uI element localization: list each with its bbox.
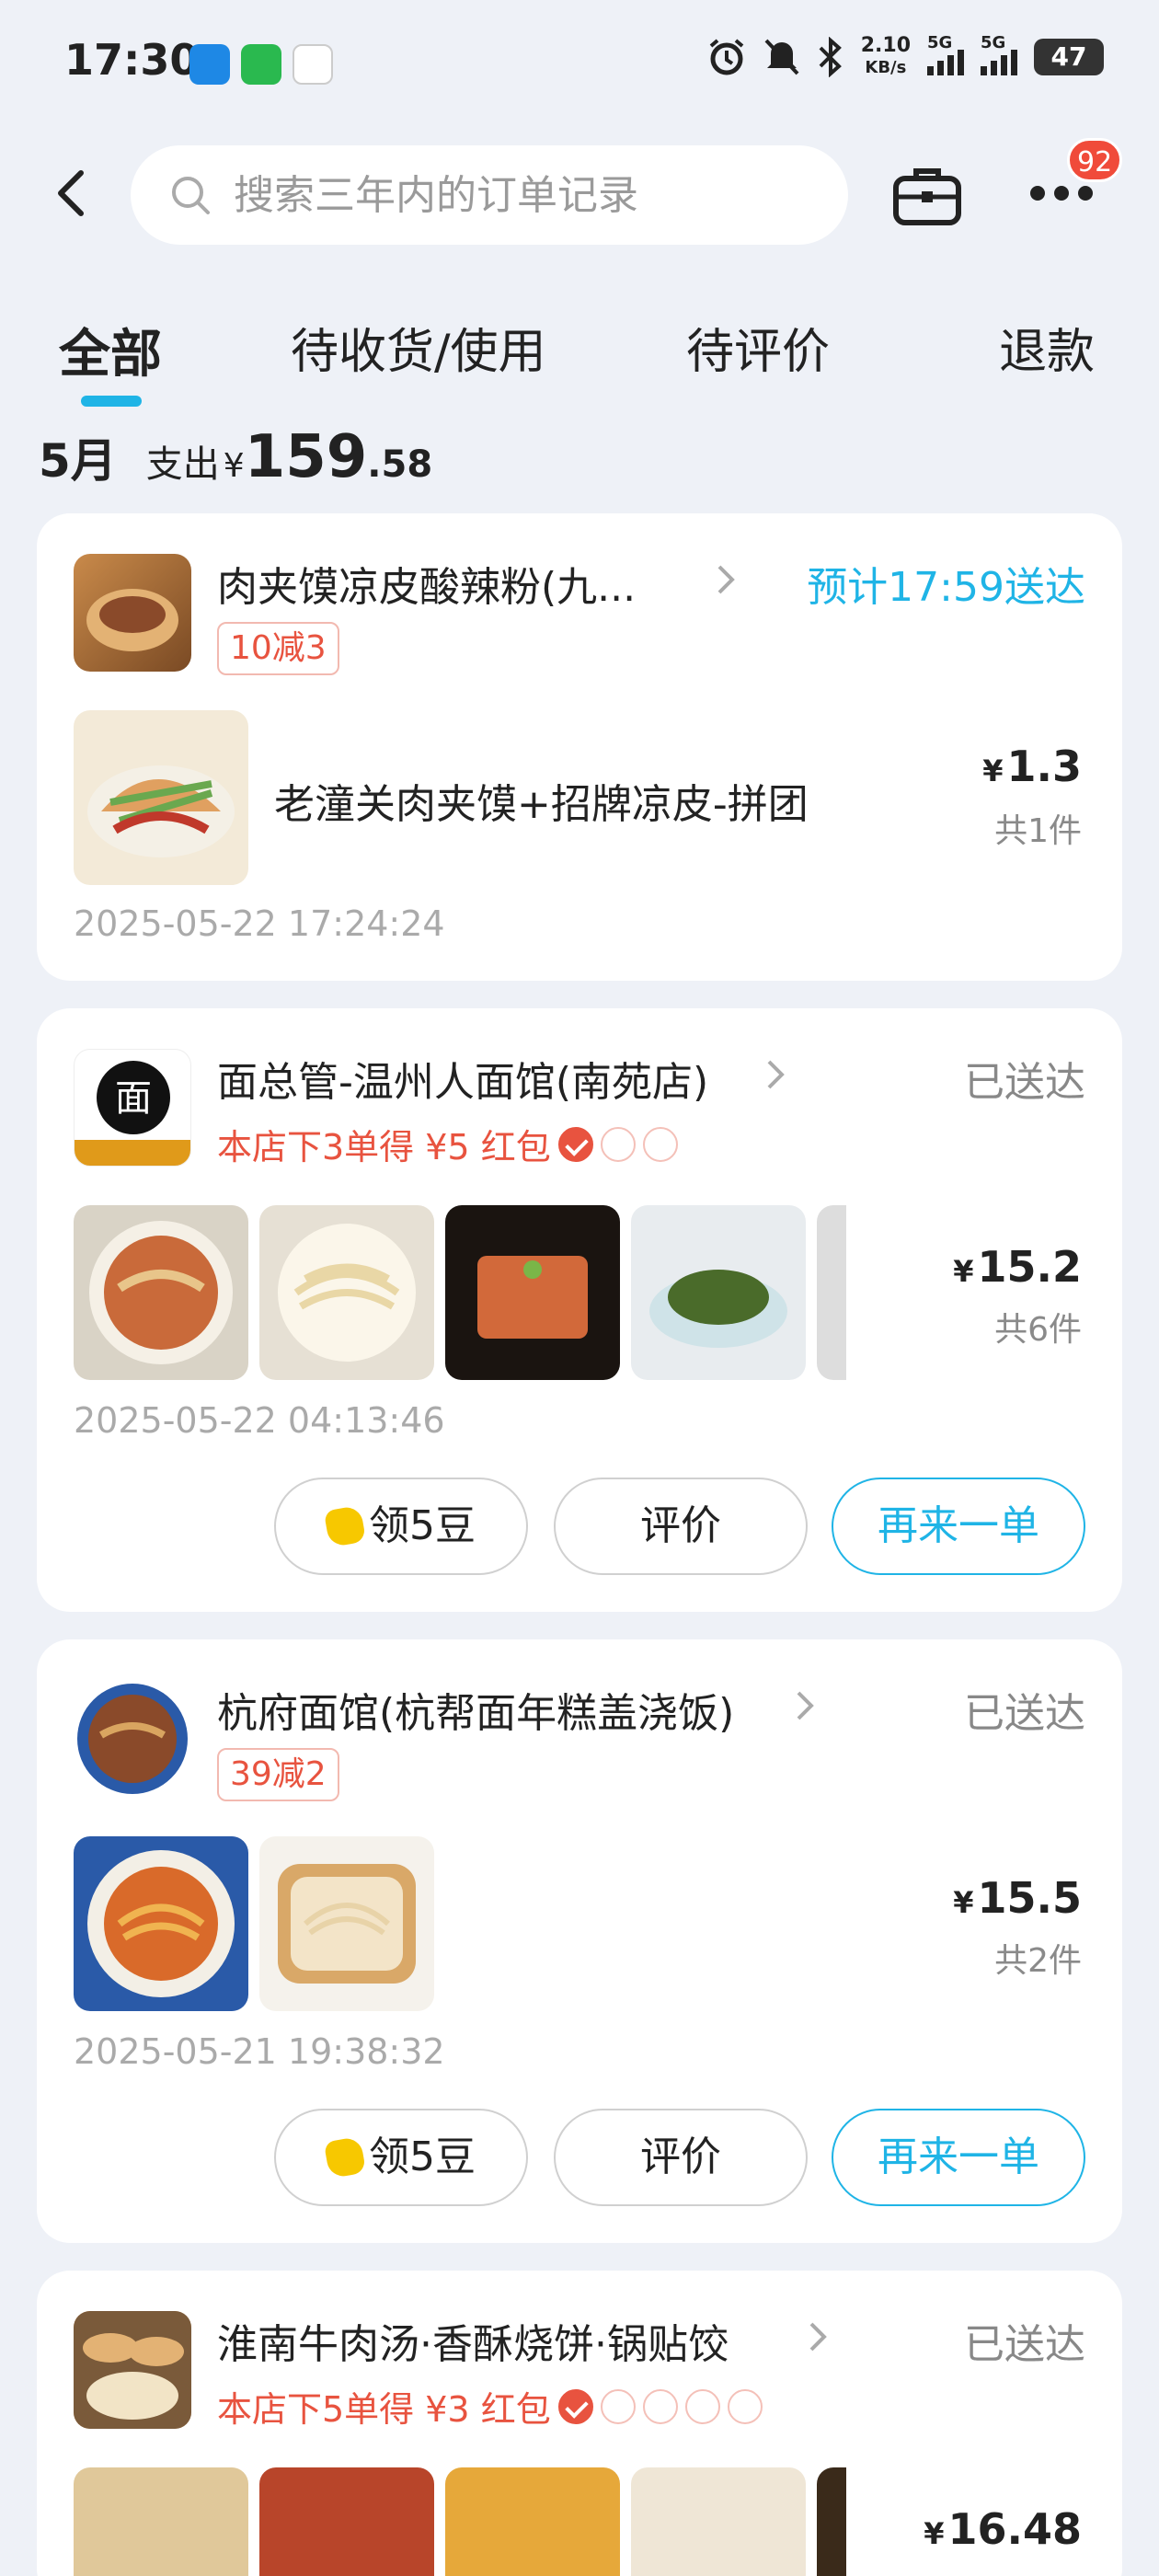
reorder-button[interactable]: 再来一单 xyxy=(832,2109,1085,2206)
item-thumbnail-partial xyxy=(817,2467,846,2576)
shop-logo xyxy=(74,1680,191,1798)
message-badge: 92 xyxy=(1067,138,1123,182)
promo-text: 本店下5单得 ¥3 红包 xyxy=(217,2389,551,2430)
order-status: 已送达 xyxy=(964,1059,1085,1106)
net-speed: 2.10 KB/s xyxy=(860,34,911,78)
item-count: 共6件 xyxy=(994,1311,1082,1349)
order-card[interactable]: 面 面总管-温州人面馆(南苑店) 已送达 本店下3单得 ¥5 红包 ¥15.2 … xyxy=(37,1008,1122,1612)
progress-dot xyxy=(642,2388,678,2424)
item-thumbnail xyxy=(74,710,248,885)
shop-logo xyxy=(74,554,191,672)
progress-dot xyxy=(600,1126,636,1162)
item-thumbnail xyxy=(259,1836,434,2011)
chevron-right-icon xyxy=(797,1691,814,1720)
promo-tag: 10减3 xyxy=(217,622,339,675)
spend-amount-dec: .58 xyxy=(367,443,433,486)
tab-pending-receipt[interactable]: 待收货/使用 xyxy=(291,313,546,382)
chevron-right-icon xyxy=(717,565,735,594)
item-thumbnail xyxy=(631,1205,806,1380)
spend-amount-int: 159 xyxy=(244,423,368,491)
order-price: ¥16.48 xyxy=(924,2504,1082,2554)
item-thumbnail xyxy=(74,1205,248,1380)
review-button[interactable]: 评价 xyxy=(554,2109,808,2206)
wechat-icon xyxy=(241,44,281,85)
progress-dot-done xyxy=(557,2388,593,2424)
item-count: 共1件 xyxy=(994,812,1082,850)
month-summary: 5月 支出 ¥ 159 .58 xyxy=(39,423,432,491)
order-tabs: 全部 待收货/使用 待评价 退款 xyxy=(0,294,1159,407)
item-thumbnail xyxy=(445,1205,620,1380)
toolbox-icon[interactable] xyxy=(890,164,964,228)
back-arrow-icon[interactable] xyxy=(46,166,101,221)
order-status: 预计17:59送达 xyxy=(807,564,1085,611)
notification-icon xyxy=(293,44,333,85)
progress-dot-done xyxy=(557,1126,593,1162)
active-tab-indicator xyxy=(81,396,142,407)
mute-icon xyxy=(764,39,799,75)
top-nav: 92 xyxy=(0,138,1159,248)
item-name: 老潼关肉夹馍+招牌凉皮-拼团 xyxy=(274,781,809,828)
search-icon xyxy=(172,177,210,214)
alarm-icon xyxy=(709,39,744,75)
item-thumbnail xyxy=(445,2467,620,2576)
shop-logo: 面 xyxy=(74,1049,191,1167)
tab-refund[interactable]: 退款 xyxy=(999,313,1095,382)
tab-all[interactable]: 全部 xyxy=(59,313,162,387)
reorder-button[interactable]: 再来一单 xyxy=(832,1478,1085,1575)
progress-dot xyxy=(684,2388,720,2424)
promo-progress: 本店下3单得 ¥5 红包 xyxy=(217,1119,678,1169)
progress-dot xyxy=(642,1126,678,1162)
item-thumbnail xyxy=(74,1836,248,2011)
spend-label: 支出 xyxy=(145,443,220,486)
progress-dot xyxy=(727,2388,763,2424)
currency-symbol: ¥ xyxy=(223,447,245,485)
tab-pending-review[interactable]: 待评价 xyxy=(686,313,830,382)
review-button[interactable]: 评价 xyxy=(554,1478,808,1575)
promo-progress: 本店下5单得 ¥3 红包 xyxy=(217,2381,763,2432)
order-card[interactable]: 淮南牛肉汤·香酥烧饼·锅贴饺 已送达 本店下5单得 ¥3 红包 ¥16.48 xyxy=(37,2271,1122,2576)
shop-name[interactable]: 面总管-温州人面馆(南苑店) xyxy=(217,1049,708,1108)
item-thumbnail-partial xyxy=(817,1205,846,1380)
order-card[interactable]: 肉夹馍凉皮酸辣粉(九... 预计17:59送达 10减3 老潼关肉夹馍+招牌凉皮… xyxy=(37,513,1122,981)
order-price: ¥15.5 xyxy=(953,1873,1082,1923)
status-bar: 17:30 2.10 KB/s 5G 5G 47 xyxy=(0,0,1159,129)
item-thumbnail xyxy=(74,2467,248,2576)
promo-tag: 39减2 xyxy=(217,1748,339,1801)
order-price: ¥1.3 xyxy=(982,742,1082,791)
shop-logo xyxy=(74,2311,191,2429)
order-price: ¥15.2 xyxy=(953,1242,1082,1292)
signal-1: 5G xyxy=(927,33,964,75)
progress-dot xyxy=(600,2388,636,2424)
order-card[interactable]: 杭府面馆(杭帮面年糕盖浇饭) 已送达 39减2 ¥15.5 共2件 2025-0… xyxy=(37,1639,1122,2243)
order-time: 2025-05-22 04:13:46 xyxy=(74,1400,445,1441)
claim-beans-button[interactable]: 领5豆 xyxy=(274,1478,528,1575)
bluetooth-icon xyxy=(819,37,842,77)
chevron-right-icon xyxy=(767,1060,785,1089)
ele-me-app-icon xyxy=(189,44,230,85)
search-input[interactable] xyxy=(234,171,786,219)
status-right-group: 2.10 KB/s 5G 5G 47 xyxy=(706,33,1104,79)
item-thumbnail xyxy=(259,1205,434,1380)
month-label: 5月 xyxy=(39,434,117,488)
bean-icon xyxy=(323,2135,367,2179)
bean-icon xyxy=(323,1504,367,1548)
shop-name[interactable]: 杭府面馆(杭帮面年糕盖浇饭) xyxy=(217,1680,734,1739)
signal-2: 5G xyxy=(981,33,1017,75)
claim-beans-button[interactable]: 领5豆 xyxy=(274,2109,528,2206)
promo-text: 本店下3单得 ¥5 红包 xyxy=(217,1127,551,1167)
order-time: 2025-05-22 17:24:24 xyxy=(74,903,445,944)
order-status: 已送达 xyxy=(964,2321,1085,2368)
svg-text:面: 面 xyxy=(115,1077,152,1120)
status-time: 17:30 xyxy=(64,35,200,85)
order-time: 2025-05-21 19:38:32 xyxy=(74,2031,445,2072)
item-thumbnail xyxy=(259,2467,434,2576)
shop-name[interactable]: 肉夹馍凉皮酸辣粉(九... xyxy=(217,554,636,613)
battery-indicator: 47 xyxy=(1034,39,1104,75)
item-count: 共2件 xyxy=(994,1942,1082,1980)
search-bar[interactable] xyxy=(131,145,848,245)
shop-name[interactable]: 淮南牛肉汤·香酥烧饼·锅贴饺 xyxy=(217,2311,729,2370)
item-thumbnail xyxy=(631,2467,806,2576)
chevron-right-icon xyxy=(809,2322,827,2352)
order-status: 已送达 xyxy=(964,1690,1085,1737)
